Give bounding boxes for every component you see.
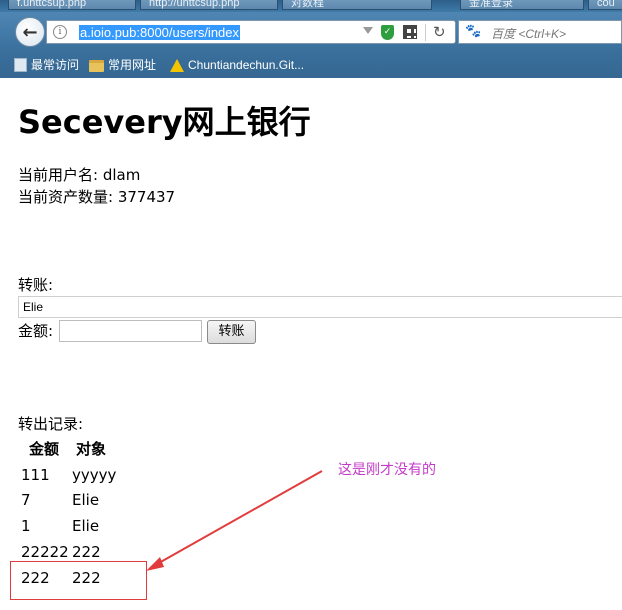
- bookmark-label: Chuntiandechun.Git...: [188, 58, 305, 72]
- amount-label: 金额:: [18, 322, 54, 340]
- tab-2-label: http://uhttcsup.php: [149, 0, 240, 9]
- record-amount: 22222: [21, 543, 69, 561]
- bookmark-label: 最常访问: [31, 58, 80, 72]
- record-target: 222: [72, 543, 101, 561]
- bookmark-label: 常用网址: [108, 58, 157, 72]
- tab-1[interactable]: f.uhttcsup.php: [8, 0, 136, 10]
- shield-icon[interactable]: ✓: [381, 25, 394, 40]
- url-text[interactable]: a.ioio.pub:8000/users/index: [79, 25, 241, 40]
- tab-strip: f.uhttcsup.php http://uhttcsup.php 对数程 金…: [0, 0, 622, 12]
- record-target: yyyyy: [72, 466, 117, 484]
- bookmarks-toolbar: 最常访问 常用网址 Chuntiandechun.Git...: [0, 52, 622, 78]
- amount-input[interactable]: [59, 320, 202, 342]
- tab-1-label: f.uhttcsup.php: [17, 0, 87, 9]
- record-amount: 7: [21, 491, 31, 509]
- tab-4-label: 金准登录: [469, 0, 513, 9]
- url-history-dropdown-icon[interactable]: [363, 27, 373, 34]
- tab-5[interactable]: cou: [588, 0, 622, 10]
- bookmark-common-sites[interactable]: 常用网址: [89, 57, 156, 73]
- search-placeholder: 百度 <Ctrl+K>: [491, 27, 567, 41]
- page-title: Secevery网上银行: [18, 103, 311, 141]
- page-content: Secevery网上银行 当前用户名: dlam 当前资产数量: 377437 …: [0, 78, 622, 610]
- tab-4[interactable]: 金准登录: [460, 0, 584, 10]
- warning-icon: [170, 59, 184, 72]
- search-bar[interactable]: 🐾 百度 <Ctrl+K>: [458, 20, 622, 44]
- search-engine-icon[interactable]: 🐾: [465, 25, 481, 39]
- records-label: 转出记录:: [18, 415, 84, 433]
- tab-3[interactable]: 对数程: [282, 0, 432, 10]
- reload-icon[interactable]: ↻: [433, 23, 446, 41]
- annotation-text: 这是刚才没有的: [338, 462, 436, 478]
- bookmark-most-visited[interactable]: 最常访问: [14, 57, 79, 73]
- transfer-target-select[interactable]: Elie: [18, 296, 622, 318]
- navigation-toolbar: ← i a.ioio.pub:8000/users/index ✓ ↻ 🐾 百度…: [0, 12, 622, 52]
- tab-3-label: 对数程: [291, 0, 324, 9]
- bookmark-page-icon: [14, 58, 27, 72]
- transfer-button[interactable]: 转账: [207, 320, 256, 344]
- column-header-amount: 金额: [29, 440, 60, 458]
- site-info-icon[interactable]: i: [53, 25, 67, 39]
- back-arrow-icon: ←: [22, 21, 38, 43]
- tab-5-label: cou: [597, 0, 615, 9]
- balance-line: 当前资产数量: 377437: [18, 188, 176, 206]
- address-bar[interactable]: i a.ioio.pub:8000/users/index ✓ ↻: [46, 20, 456, 44]
- qr-code-icon[interactable]: [403, 25, 417, 39]
- url-separator: [425, 24, 426, 41]
- tab-2[interactable]: http://uhttcsup.php: [140, 0, 278, 10]
- record-amount: 111: [21, 466, 50, 484]
- record-amount: 1: [21, 517, 31, 535]
- record-target: Elie: [72, 491, 100, 509]
- record-target: Elie: [72, 517, 100, 535]
- back-button[interactable]: ←: [15, 17, 45, 47]
- highlight-box: [10, 561, 147, 600]
- folder-icon: [89, 60, 104, 72]
- username-line: 当前用户名: dlam: [18, 166, 141, 184]
- bookmark-github[interactable]: Chuntiandechun.Git...: [170, 57, 304, 73]
- column-header-target: 对象: [76, 440, 107, 458]
- transfer-label: 转账:: [18, 276, 54, 294]
